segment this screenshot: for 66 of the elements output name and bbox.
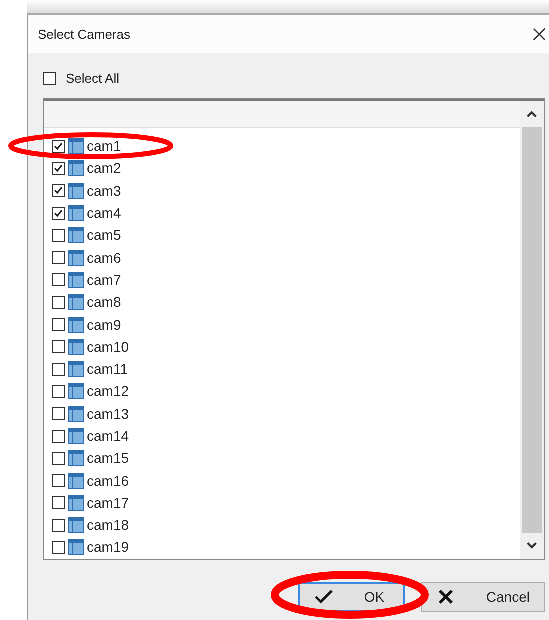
camera-name[interactable]: cam17	[87, 494, 130, 511]
camera-name[interactable]: cam16	[87, 472, 130, 489]
checkbox[interactable]	[52, 540, 65, 554]
window-icon	[68, 338, 84, 355]
window-icon	[68, 428, 84, 444]
checkbox[interactable]	[52, 318, 65, 332]
window-icon	[68, 316, 84, 333]
camera-name[interactable]: cam6	[87, 250, 122, 266]
window-icon	[68, 517, 84, 534]
window-icon	[68, 272, 84, 288]
window-icon	[68, 472, 84, 489]
checkbox[interactable]	[43, 72, 56, 84]
scroll-thumb[interactable]	[522, 127, 542, 533]
scrollbar[interactable]	[520, 99, 544, 559]
window-icon	[68, 406, 84, 422]
checkbox[interactable]	[52, 384, 65, 398]
window-icon	[68, 494, 84, 511]
camera-name[interactable]: cam13	[87, 406, 130, 422]
select-all-checkbox[interactable]: Select All	[43, 70, 545, 86]
checkbox[interactable]	[52, 340, 65, 354]
checkbox[interactable]	[52, 162, 65, 175]
camera-name[interactable]: cam10	[87, 338, 130, 355]
checkbox[interactable]	[52, 273, 65, 286]
window-title: Select Cameras	[38, 26, 130, 42]
window-icon	[68, 539, 84, 556]
window-icon	[68, 450, 84, 466]
checkbox[interactable]	[52, 140, 65, 153]
window-icon	[68, 205, 84, 222]
camera-name[interactable]: cam14	[87, 428, 130, 444]
checkmark-icon	[314, 589, 334, 605]
window-icon	[68, 138, 84, 154]
checkbox[interactable]	[52, 430, 65, 442]
checkbox[interactable]	[52, 251, 65, 264]
camera-name[interactable]: cam18	[87, 517, 130, 534]
camera-name[interactable]: cam3	[87, 182, 122, 199]
window-icon	[68, 294, 84, 310]
camera-name[interactable]: cam2	[87, 160, 122, 176]
checkbox[interactable]	[52, 518, 65, 532]
camera-name[interactable]: cam11	[87, 361, 128, 378]
checkbox[interactable]	[52, 296, 65, 309]
camera-name[interactable]: cam4	[87, 205, 122, 222]
dialog-button[interactable]: Cancel	[421, 582, 545, 612]
window-icon	[68, 250, 84, 266]
camera-name[interactable]: cam9	[87, 316, 122, 333]
window-icon	[68, 227, 84, 244]
window-icon	[68, 182, 84, 199]
close-icon[interactable]	[532, 26, 547, 42]
checkbox[interactable]	[52, 362, 65, 376]
checkbox[interactable]	[52, 407, 65, 420]
camera-name[interactable]: cam1	[87, 138, 122, 154]
window-icon	[68, 383, 84, 400]
checkbox[interactable]	[52, 474, 65, 488]
checkbox[interactable]	[52, 184, 65, 198]
checkbox[interactable]	[52, 496, 65, 510]
checkbox[interactable]	[52, 206, 65, 220]
camera-name[interactable]: cam8	[87, 294, 122, 310]
camera-name[interactable]: cam12	[87, 383, 130, 400]
dialog-button[interactable]: OK	[298, 582, 406, 612]
camera-name[interactable]: cam7	[87, 272, 122, 288]
camera-name[interactable]: cam5	[87, 227, 122, 244]
checkbox[interactable]	[52, 228, 65, 242]
window-icon	[68, 361, 84, 378]
window-icon	[68, 160, 84, 176]
checkbox[interactable]	[52, 452, 65, 465]
camera-name[interactable]: cam19	[87, 539, 130, 556]
camera-name[interactable]: cam15	[87, 450, 130, 466]
